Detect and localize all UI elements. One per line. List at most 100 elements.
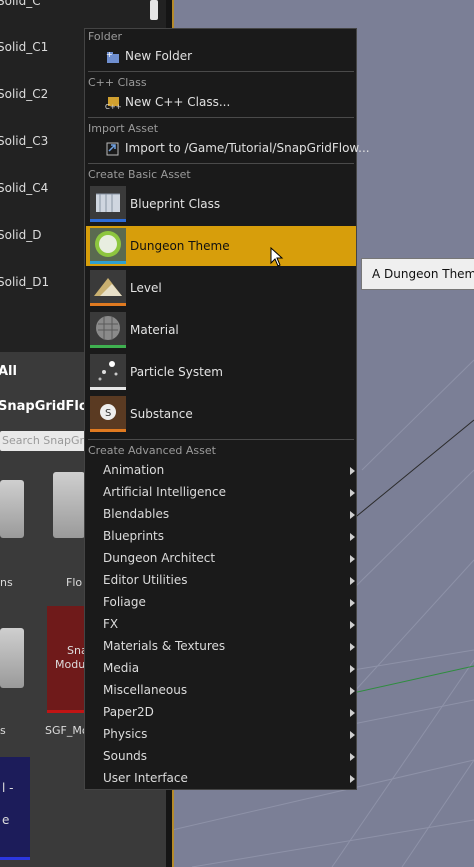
item-tooltip: A Dungeon Theme: [361, 258, 474, 290]
item-label: Dungeon Architect: [103, 551, 216, 565]
svg-text:S: S: [105, 408, 111, 419]
submenu-fx[interactable]: FX: [103, 613, 355, 635]
chevron-right-icon: [350, 621, 355, 629]
tile-label: SGF_Mo: [45, 724, 89, 737]
blueprint-class-icon: [90, 186, 126, 222]
dungeon-theme-item[interactable]: Dungeon Theme: [86, 226, 356, 266]
particle-system-item[interactable]: Particle System: [86, 352, 356, 392]
submenu-user-interface[interactable]: User Interface: [103, 767, 355, 789]
section-import-asset: Import Asset: [88, 122, 159, 135]
chevron-right-icon: [350, 753, 355, 761]
outliner-row[interactable]: Solid_C: [0, 0, 41, 8]
section-folder: Folder: [88, 30, 122, 43]
tile-label: ns: [0, 576, 13, 589]
new-folder-icon: +: [105, 50, 121, 64]
submenu-editor-utilities[interactable]: Editor Utilities: [103, 569, 355, 591]
item-label: Blendables: [103, 507, 170, 521]
cpp-class-icon: C++: [105, 96, 122, 111]
item-label: Materials & Textures: [103, 639, 226, 653]
dungeon-theme-icon: [90, 228, 126, 264]
section-cpp-class: C++ Class: [88, 76, 147, 89]
section-create-advanced-asset: Create Advanced Asset: [88, 444, 216, 457]
level-icon: [90, 270, 126, 306]
chevron-right-icon: [350, 775, 355, 783]
item-label: Material: [130, 323, 179, 337]
chevron-right-icon: [350, 489, 355, 497]
particle-system-icon: [90, 354, 126, 390]
import-label: Import to /Game/Tutorial/SnapGridFlow...: [125, 141, 370, 155]
submenu-artificial-intelligence[interactable]: Artificial Intelligence: [103, 481, 355, 503]
chevron-right-icon: [350, 687, 355, 695]
section-create-basic-asset: Create Basic Asset: [88, 168, 191, 181]
import-asset-item[interactable]: Import to /Game/Tutorial/SnapGridFlow...: [105, 138, 370, 158]
separator: [88, 163, 354, 164]
submenu-sounds[interactable]: Sounds: [103, 745, 355, 767]
item-label: Paper2D: [103, 705, 154, 719]
blueprint-class-item[interactable]: Blueprint Class: [86, 184, 356, 224]
item-label: Blueprint Class: [130, 197, 221, 211]
tile-text: l -: [2, 781, 14, 795]
substance-item[interactable]: S Substance: [86, 394, 356, 434]
item-label: Particle System: [130, 365, 223, 379]
submenu-media[interactable]: Media: [103, 657, 355, 679]
material-item[interactable]: Material: [86, 310, 356, 350]
separator: [88, 117, 354, 118]
submenu-paper2d[interactable]: Paper2D: [103, 701, 355, 723]
submenu-blueprints[interactable]: Blueprints: [103, 525, 355, 547]
outliner-row[interactable]: Solid_D: [0, 228, 41, 242]
chevron-right-icon: [350, 511, 355, 519]
svg-text:C++: C++: [105, 103, 121, 110]
item-label: Foliage: [103, 595, 146, 609]
chevron-right-icon: [350, 533, 355, 541]
outliner-row[interactable]: Solid_D1: [0, 275, 49, 289]
outliner-scrollbar[interactable]: [150, 0, 158, 20]
new-folder-item[interactable]: + New Folder: [105, 46, 192, 66]
submenu-miscellaneous[interactable]: Miscellaneous: [103, 679, 355, 701]
new-cpp-class-item[interactable]: C++ New C++ Class...: [105, 92, 230, 112]
outliner-row[interactable]: Solid_C1: [0, 40, 48, 54]
folder-tile[interactable]: [0, 480, 24, 538]
item-label: Miscellaneous: [103, 683, 188, 697]
add-new-context-menu: Folder + New Folder C++ Class C++ New C+…: [84, 28, 370, 790]
search-input[interactable]: Search SnapGrid: [0, 431, 92, 451]
outliner-row[interactable]: Solid_C3: [0, 134, 48, 148]
item-label: Substance: [130, 407, 193, 421]
asset-tile[interactable]: l - e: [0, 757, 30, 860]
separator: [88, 439, 354, 440]
item-label: Animation: [103, 463, 165, 477]
item-label: Blueprints: [103, 529, 165, 543]
submenu-foliage[interactable]: Foliage: [103, 591, 355, 613]
item-label: Artificial Intelligence: [103, 485, 226, 499]
submenu-materials-textures[interactable]: Materials & Textures: [103, 635, 355, 657]
submenu-dungeon-architect[interactable]: Dungeon Architect: [103, 547, 355, 569]
mouse-cursor-icon: [270, 247, 284, 267]
tile-text: e: [2, 813, 10, 827]
folder-tile[interactable]: [53, 472, 85, 538]
submenu-physics[interactable]: Physics: [103, 723, 355, 745]
tile-text: Modu: [55, 658, 86, 671]
item-label: Dungeon Theme: [130, 239, 230, 253]
outliner-row[interactable]: Solid_C4: [0, 181, 48, 195]
material-icon: [90, 312, 126, 348]
svg-text:+: +: [106, 50, 113, 59]
chevron-right-icon: [350, 665, 355, 673]
chevron-right-icon: [350, 731, 355, 739]
chevron-right-icon: [350, 643, 355, 651]
import-icon: [105, 142, 121, 156]
item-label: Physics: [103, 727, 148, 741]
chevron-right-icon: [350, 709, 355, 717]
level-item[interactable]: Level: [86, 268, 356, 308]
submenu-animation[interactable]: Animation: [103, 459, 355, 481]
outliner-row[interactable]: Solid_C2: [0, 87, 48, 101]
folder-tile[interactable]: [0, 628, 24, 688]
tile-label: s: [0, 724, 6, 737]
new-folder-label: New Folder: [125, 49, 193, 63]
chevron-right-icon: [350, 577, 355, 585]
item-label: FX: [103, 617, 119, 631]
item-label: Sounds: [103, 749, 148, 763]
submenu-blendables[interactable]: Blendables: [103, 503, 355, 525]
chevron-right-icon: [350, 599, 355, 607]
tile-label: Flo: [66, 576, 83, 589]
filter-all-label[interactable]: All: [0, 364, 17, 379]
item-label: Level: [130, 281, 162, 295]
